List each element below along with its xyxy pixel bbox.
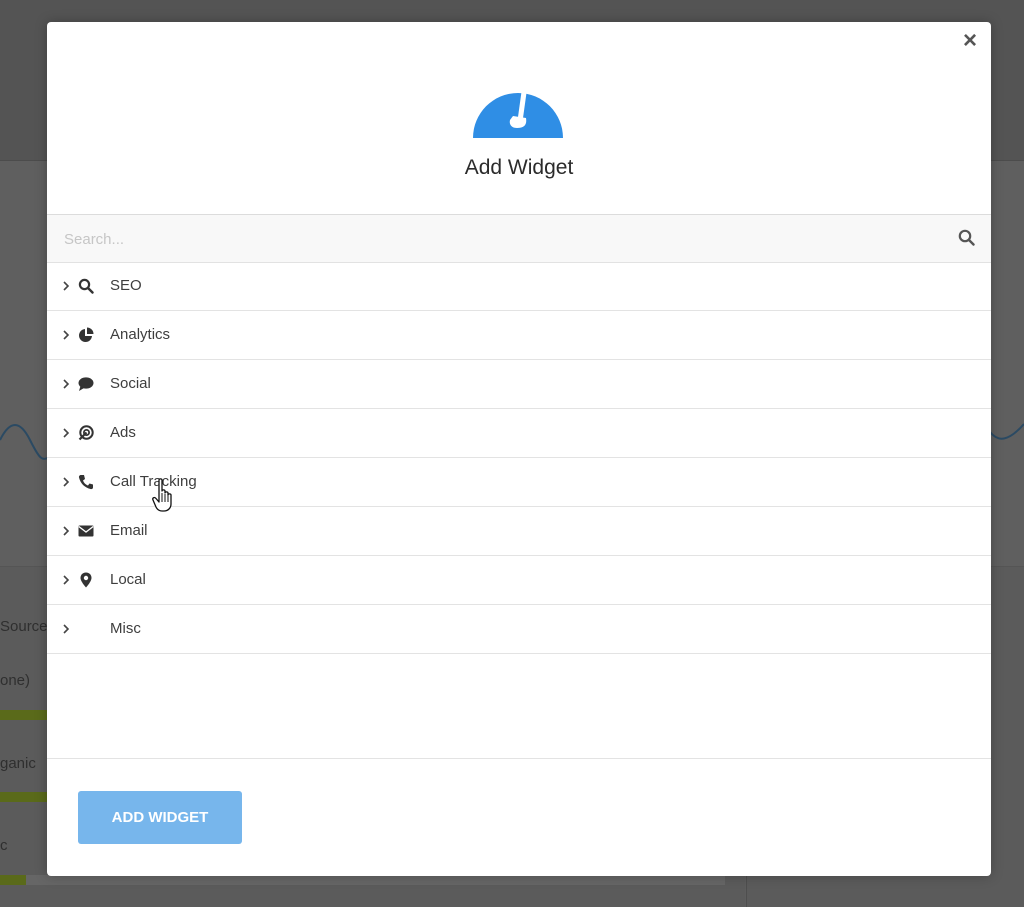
background-label: one) <box>0 672 31 689</box>
category-item-seo[interactable]: SEO <box>47 262 991 311</box>
background-chart-line-left <box>0 424 48 460</box>
add-widget-button[interactable]: ADD WIDGET <box>78 791 242 844</box>
category-label: Local <box>110 571 146 588</box>
background-label: ganic <box>0 755 36 772</box>
category-list: SEO Analytics Social Ads Call Tracking E… <box>47 262 991 654</box>
pie-chart-icon <box>79 327 94 342</box>
background-bar-track <box>0 875 725 885</box>
add-widget-modal: × Add Widget SEO Ana <box>47 22 991 876</box>
background-bar <box>0 792 47 802</box>
chevron-right-icon <box>63 281 70 291</box>
category-label: Analytics <box>110 326 171 343</box>
close-button[interactable]: × <box>959 29 981 53</box>
background-label: c <box>0 837 8 854</box>
map-marker-icon <box>80 572 92 588</box>
search-icon[interactable] <box>958 229 975 246</box>
category-item-call-tracking[interactable]: Call Tracking <box>47 458 991 507</box>
category-label: Email <box>110 522 148 539</box>
footer-divider <box>47 758 991 759</box>
background-bar <box>0 875 26 885</box>
comment-icon <box>78 377 94 391</box>
chevron-right-icon <box>63 379 70 389</box>
category-item-local[interactable]: Local <box>47 556 991 605</box>
chevron-right-icon <box>63 526 70 536</box>
search-input[interactable] <box>62 225 946 253</box>
ads-target-icon <box>78 425 94 441</box>
chevron-right-icon <box>63 330 70 340</box>
envelope-icon <box>78 525 94 537</box>
category-item-email[interactable]: Email <box>47 507 991 556</box>
category-item-analytics[interactable]: Analytics <box>47 311 991 360</box>
chevron-right-icon <box>63 575 70 585</box>
category-label: Ads <box>110 424 136 441</box>
search-bar <box>47 214 991 263</box>
background-bar <box>0 710 47 720</box>
background-chart-line-right <box>990 423 1024 440</box>
category-item-ads[interactable]: Ads <box>47 409 991 458</box>
brush-icon <box>473 81 563 138</box>
category-label: SEO <box>110 277 142 294</box>
category-label: Social <box>110 375 151 392</box>
chevron-right-icon <box>63 428 70 438</box>
phone-icon <box>78 475 93 490</box>
category-label: Misc <box>110 620 141 637</box>
category-item-social[interactable]: Social <box>47 360 991 409</box>
category-item-misc[interactable]: Misc <box>47 605 991 654</box>
modal-title: Add Widget <box>464 156 574 179</box>
search-icon <box>78 278 94 294</box>
chevron-right-icon <box>63 624 70 634</box>
chevron-right-icon <box>63 477 70 487</box>
hand-cursor-icon <box>152 478 172 512</box>
